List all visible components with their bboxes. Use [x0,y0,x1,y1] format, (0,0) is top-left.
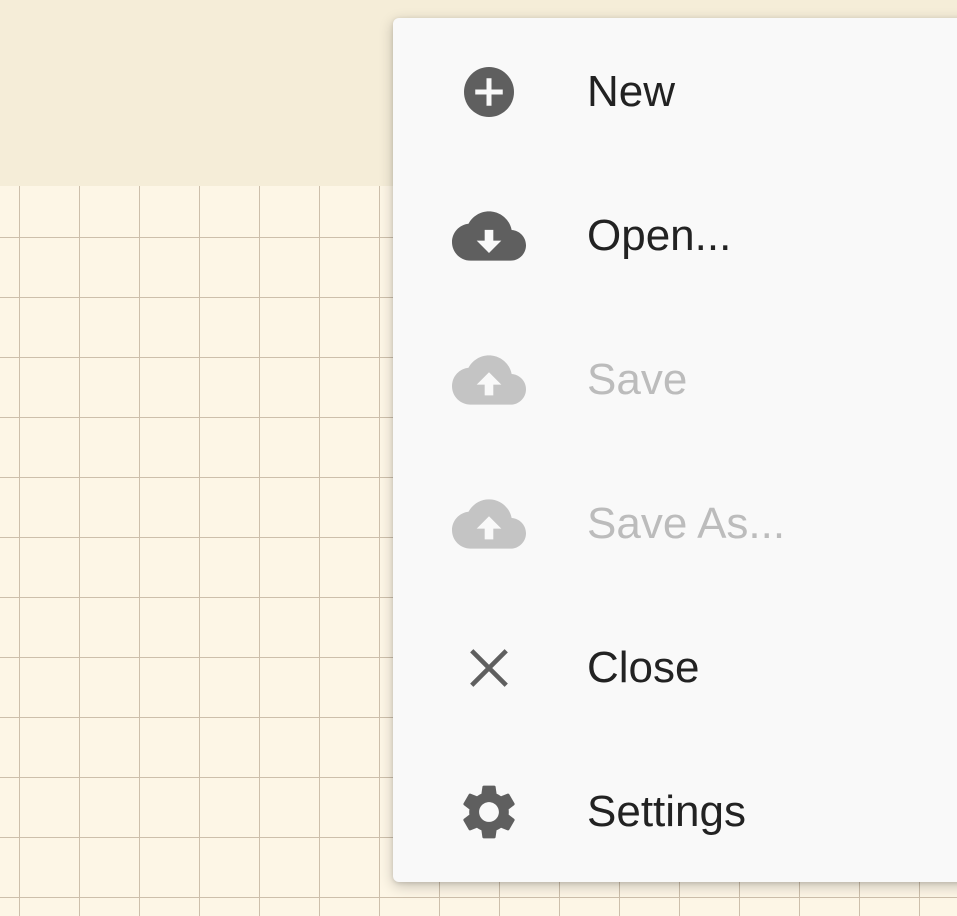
menu-item-settings[interactable]: Settings [393,740,957,884]
close-icon [449,628,529,708]
menu-item-label: Save As... [587,499,786,548]
menu-item-open[interactable]: Open... [393,164,957,308]
menu-item-save[interactable]: Save [393,308,957,452]
add-circle-icon [449,52,529,132]
menu-item-save-as[interactable]: Save As... [393,452,957,596]
menu-item-label: Close [587,643,700,692]
cloud-download-icon [449,196,529,276]
menu-item-label: Open... [587,211,732,260]
menu-item-label: Settings [587,787,746,836]
menu-item-close[interactable]: Close [393,596,957,740]
cloud-upload-icon [449,484,529,564]
menu-item-new[interactable]: New [393,20,957,164]
file-menu: New Open... Save Save As... Close Settin… [393,18,957,882]
gear-icon [449,772,529,852]
app-window: New Open... Save Save As... Close Settin… [0,0,957,916]
menu-item-label: Save [587,355,688,404]
menu-item-label: New [587,67,676,116]
cloud-upload-icon [449,340,529,420]
